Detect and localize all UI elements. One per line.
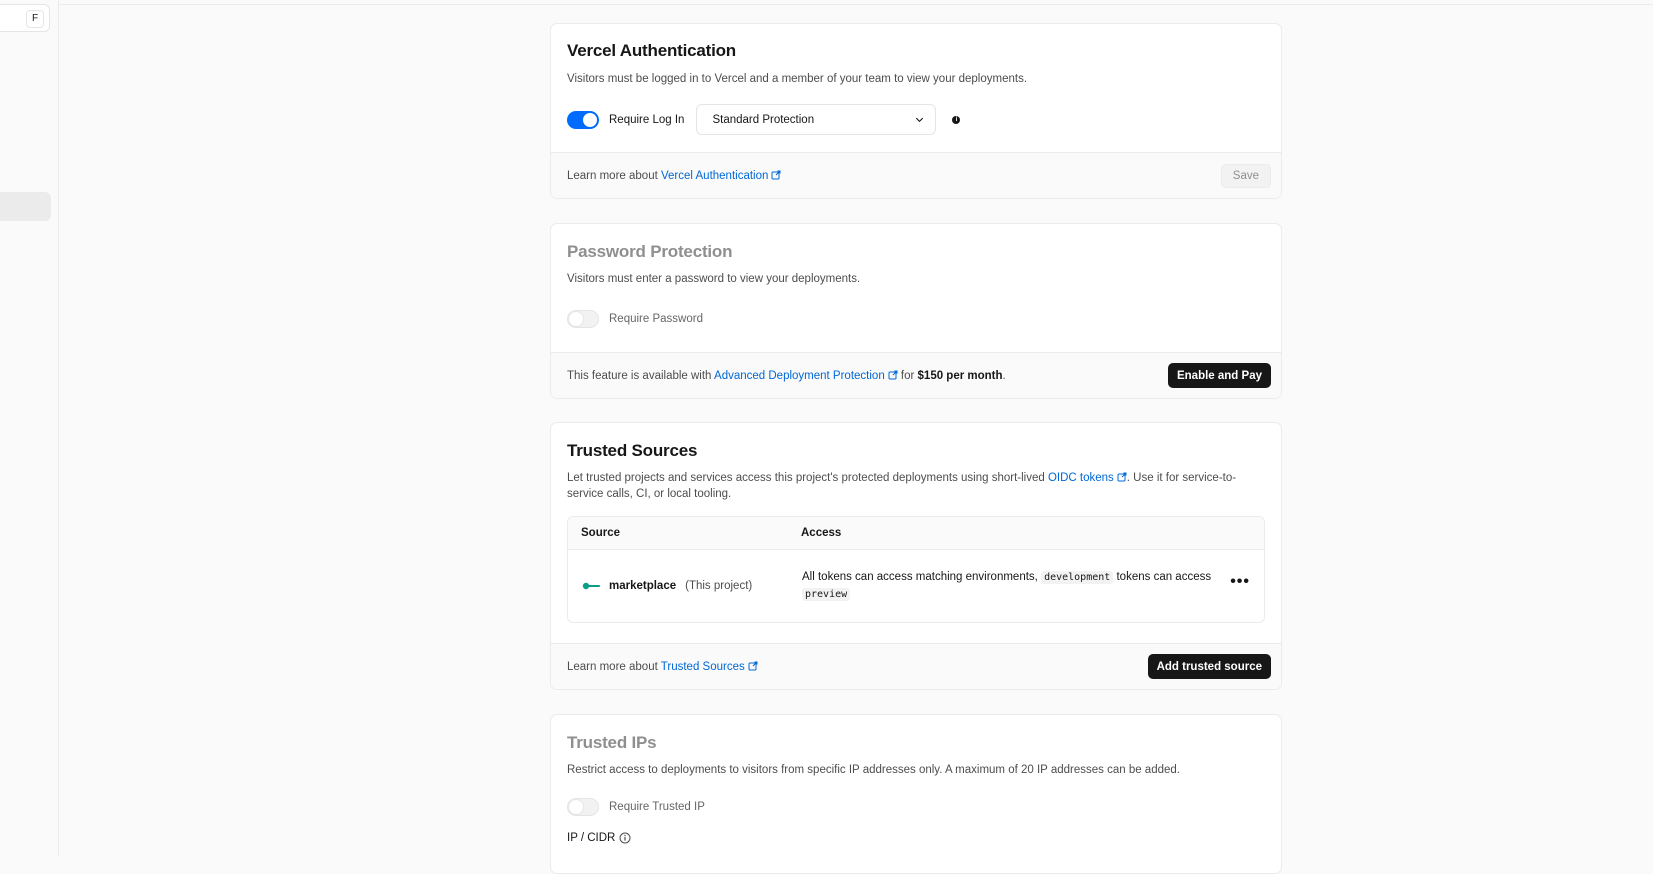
oidc-tokens-link[interactable]: OIDC tokens bbox=[1048, 472, 1127, 484]
require-password-toggle[interactable] bbox=[567, 310, 599, 328]
trusted-ips-title: Trusted IPs bbox=[567, 733, 657, 752]
advanced-protection-link-label: Advanced Deployment Protection bbox=[714, 369, 885, 382]
access-code-preview: preview bbox=[802, 588, 851, 601]
table-row: marketplace (This project) All tokens ca… bbox=[568, 550, 1264, 622]
vercel-auth-link-label: Vercel Authentication bbox=[660, 169, 769, 182]
sidebar: F bbox=[0, 0, 59, 856]
protection-level-select[interactable]: Standard Protection bbox=[696, 104, 937, 135]
vercel-auth-card: Vercel Authentication Visitors must be l… bbox=[550, 23, 1282, 199]
external-link-icon bbox=[888, 370, 898, 379]
oidc-tokens-link-label: OIDC tokens bbox=[1047, 472, 1114, 484]
ip-cidr-label: IP / CIDR bbox=[567, 832, 616, 844]
trusted-sources-desc-prefix: Let trusted projects and services access… bbox=[567, 472, 1048, 484]
source-cell: marketplace (This project) bbox=[568, 580, 802, 592]
enable-and-pay-button[interactable]: Enable and Pay bbox=[1167, 363, 1271, 388]
trusted-sources-description: Let trusted projects and services access… bbox=[567, 470, 1265, 502]
info-icon[interactable]: i bbox=[952, 115, 961, 124]
vercel-auth-footer: Learn more about Vercel Authentication S… bbox=[551, 152, 1281, 198]
vercel-auth-description: Visitors must be logged in to Vercel and… bbox=[567, 73, 1028, 85]
trusted-sources-link-label: Trusted Sources bbox=[660, 660, 745, 673]
column-source: Source bbox=[581, 527, 620, 539]
table-header: Source Access bbox=[568, 517, 1264, 550]
external-link-icon bbox=[748, 661, 758, 670]
external-link-icon bbox=[1117, 472, 1127, 482]
access-mid: tokens can access bbox=[1113, 571, 1212, 583]
ip-cidr-label-row: IP / CIDR bbox=[567, 832, 1265, 844]
vercel-auth-title: Vercel Authentication bbox=[567, 41, 736, 60]
password-footer-text: This feature is available with bbox=[567, 369, 715, 382]
require-trusted-ip-label: Require Trusted IP bbox=[609, 801, 705, 813]
password-protection-card: Password Protection Visitors must enter … bbox=[550, 223, 1282, 399]
external-link-icon bbox=[771, 170, 781, 179]
source-name: marketplace bbox=[609, 580, 677, 592]
column-access: Access bbox=[801, 527, 842, 539]
require-password-toggle-row[interactable]: Require Password bbox=[567, 310, 1265, 328]
password-footer-mid: for bbox=[897, 369, 918, 382]
header-divider bbox=[58, 4, 1653, 5]
trusted-sources-title: Trusted Sources bbox=[567, 441, 698, 460]
password-footer-suffix: . bbox=[1002, 369, 1006, 382]
require-login-label: Require Log In bbox=[609, 113, 685, 126]
access-prefix: All tokens can access matching environme… bbox=[802, 571, 1042, 583]
trusted-sources-footer: Learn more about Trusted Sources Add tru… bbox=[551, 643, 1281, 689]
trusted-sources-card: Trusted Sources Let trusted projects and… bbox=[550, 422, 1282, 690]
password-protection-footer: This feature is available with Advanced … bbox=[551, 352, 1281, 398]
require-login-toggle-row[interactable]: Require Log In bbox=[567, 110, 685, 129]
project-icon bbox=[582, 582, 600, 590]
require-login-toggle[interactable] bbox=[567, 110, 599, 129]
require-password-label: Require Password bbox=[609, 313, 703, 325]
advanced-protection-link[interactable]: Advanced Deployment Protection bbox=[714, 370, 898, 382]
price-text: $150 per month bbox=[917, 369, 1003, 382]
add-trusted-source-button[interactable]: Add trusted source bbox=[1147, 654, 1271, 679]
access-code-development: development bbox=[1041, 571, 1114, 584]
source-tag: (This project) bbox=[685, 580, 753, 592]
trusted-sources-footer-text: Learn more about bbox=[567, 660, 661, 673]
password-protection-title: Password Protection bbox=[567, 242, 733, 261]
vercel-auth-footer-text: Learn more about bbox=[567, 169, 661, 182]
password-protection-description: Visitors must enter a password to view y… bbox=[567, 273, 861, 285]
protection-level-value: Standard Protection bbox=[712, 113, 815, 126]
require-trusted-ip-toggle-row[interactable]: Require Trusted IP bbox=[567, 798, 1265, 816]
chevron-down-icon bbox=[916, 117, 924, 123]
trusted-sources-learn-more-link[interactable]: Trusted Sources bbox=[661, 661, 758, 673]
trusted-ips-card: Trusted IPs Restrict access to deploymen… bbox=[550, 714, 1282, 874]
trusted-ips-description: Restrict access to deployments to visito… bbox=[567, 764, 1180, 776]
require-trusted-ip-toggle[interactable] bbox=[567, 798, 599, 816]
more-horizontal-icon[interactable]: ••• bbox=[1230, 574, 1250, 590]
vercel-auth-learn-more-link[interactable]: Vercel Authentication bbox=[661, 170, 781, 182]
save-button[interactable]: Save bbox=[1220, 163, 1271, 188]
shortcut-key: F bbox=[26, 10, 44, 28]
access-cell: All tokens can access matching environme… bbox=[802, 569, 1222, 603]
search-box[interactable]: F bbox=[0, 4, 50, 32]
info-icon[interactable] bbox=[619, 832, 631, 844]
sidebar-active-item[interactable] bbox=[0, 192, 51, 221]
trusted-sources-table: Source Access marketplace (This project)… bbox=[567, 516, 1265, 623]
